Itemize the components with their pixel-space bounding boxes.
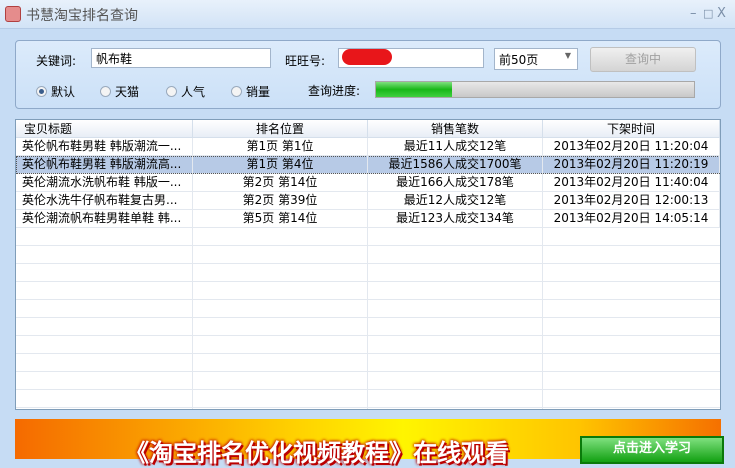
- results-table: 宝贝标题 排名位置 销售笔数 下架时间 英伦帆布鞋男鞋 韩版潮流一... 第1页 …: [15, 119, 721, 410]
- column-header-delist-time[interactable]: 下架时间: [543, 120, 720, 138]
- column-header-title[interactable]: 宝贝标题: [16, 120, 193, 138]
- radio-label: 销量: [246, 85, 271, 99]
- progress-fill: [376, 82, 453, 97]
- cell-sales: 最近1586人成交1700笔: [368, 156, 543, 173]
- app-icon: [5, 6, 21, 22]
- cell-title: 英伦帆布鞋男鞋 韩版潮流一...: [16, 138, 193, 155]
- cell-title: 英伦帆布鞋男鞋 韩版潮流高...: [16, 156, 193, 173]
- window-title: 书慧淘宝排名查询: [26, 8, 138, 24]
- cell-delist-time: 2013年02月20日 12:00:13: [543, 192, 720, 209]
- radio-label: 天猫: [115, 85, 140, 99]
- empty-row: [16, 264, 720, 282]
- chevron-down-icon: ▼: [564, 51, 571, 60]
- table-row[interactable]: 英伦水洗牛仔帆布鞋复古男... 第2页 第39位 最近12人成交12笔 2013年02…: [16, 192, 720, 210]
- query-button[interactable]: 查询中: [590, 47, 696, 72]
- pages-select[interactable]: 前50页 ▼: [494, 48, 578, 70]
- redaction-mark: [342, 49, 392, 65]
- table-row[interactable]: 英伦帆布鞋男鞋 韩版潮流高... 第1页 第4位 最近1586人成交1700笔 201…: [16, 156, 720, 174]
- empty-row: [16, 390, 720, 408]
- cell-rank: 第5页 第14位: [193, 210, 368, 227]
- empty-row: [16, 372, 720, 390]
- cell-rank: 第1页 第4位: [193, 156, 368, 173]
- close-button[interactable]: X: [717, 6, 726, 21]
- cell-title: 英伦水洗牛仔帆布鞋复古男...: [16, 192, 193, 209]
- title-bar: 书慧淘宝排名查询 – □ X: [0, 0, 735, 29]
- query-progress-bar: [375, 81, 695, 98]
- radio-icon: [36, 86, 47, 97]
- radio-label: 人气: [181, 85, 206, 99]
- start-learning-button[interactable]: 点击进入学习: [580, 436, 724, 464]
- empty-row: [16, 354, 720, 372]
- empty-row: [16, 318, 720, 336]
- minimize-button[interactable]: –: [690, 6, 697, 21]
- cell-sales: 最近11人成交12笔: [368, 138, 543, 155]
- table-row[interactable]: 英伦潮流帆布鞋男鞋单鞋 韩... 第5页 第14位 最近123人成交134笔 2013…: [16, 210, 720, 228]
- cell-sales: 最近12人成交12笔: [368, 192, 543, 209]
- empty-row: [16, 228, 720, 246]
- cell-rank: 第1页 第1位: [193, 138, 368, 155]
- cell-title: 英伦潮流水洗帆布鞋 韩版一...: [16, 174, 193, 191]
- radio-icon: [166, 86, 177, 97]
- radio-icon: [100, 86, 111, 97]
- cell-delist-time: 2013年02月20日 11:20:04: [543, 138, 720, 155]
- empty-row: [16, 246, 720, 264]
- empty-row: [16, 282, 720, 300]
- radio-icon: [231, 86, 242, 97]
- progress-label: 查询进度:: [308, 84, 361, 98]
- cell-sales: 最近123人成交134笔: [368, 210, 543, 227]
- empty-row: [16, 300, 720, 318]
- maximize-button[interactable]: □: [703, 7, 713, 20]
- column-header-rank[interactable]: 排名位置: [193, 120, 368, 138]
- radio-default[interactable]: 默认: [36, 83, 75, 100]
- cell-delist-time: 2013年02月20日 11:20:19: [543, 156, 720, 173]
- cell-delist-time: 2013年02月20日 11:40:04: [543, 174, 720, 191]
- radio-tmall[interactable]: 天猫: [100, 83, 139, 100]
- cell-sales: 最近166人成交178笔: [368, 174, 543, 191]
- cell-title: 英伦潮流帆布鞋男鞋单鞋 韩...: [16, 210, 193, 227]
- cell-rank: 第2页 第39位: [193, 192, 368, 209]
- radio-sales[interactable]: 销量: [231, 83, 270, 100]
- empty-row: [16, 336, 720, 354]
- keyword-label: 关键词:: [36, 54, 77, 68]
- table-row[interactable]: 英伦帆布鞋男鞋 韩版潮流一... 第1页 第1位 最近11人成交12笔 2013年02…: [16, 138, 720, 156]
- pages-value: 前50页: [499, 53, 539, 67]
- cell-delist-time: 2013年02月20日 14:05:14: [543, 210, 720, 227]
- radio-label: 默认: [51, 85, 76, 99]
- cell-rank: 第2页 第14位: [193, 174, 368, 191]
- keyword-input[interactable]: [91, 48, 271, 68]
- wangwang-label: 旺旺号:: [285, 54, 326, 68]
- radio-popularity[interactable]: 人气: [166, 83, 205, 100]
- column-header-sales[interactable]: 销售笔数: [368, 120, 543, 138]
- table-row[interactable]: 英伦潮流水洗帆布鞋 韩版一... 第2页 第14位 最近166人成交178笔 2013…: [16, 174, 720, 192]
